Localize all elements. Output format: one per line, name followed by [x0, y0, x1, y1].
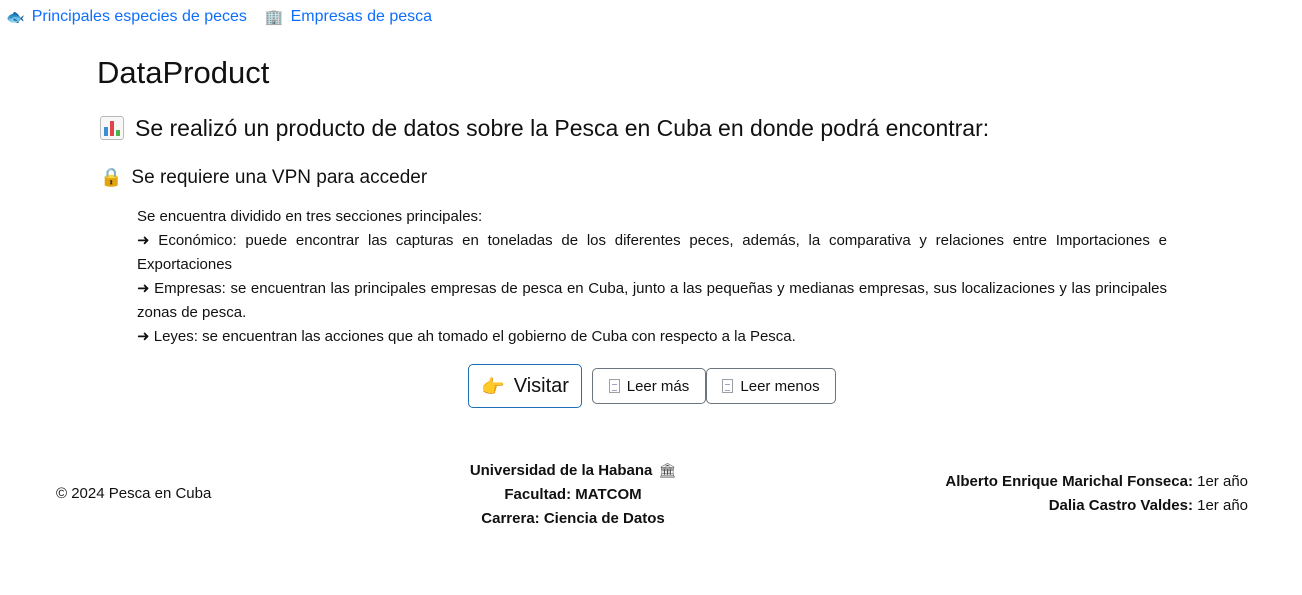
author-year: 1er año [1197, 473, 1248, 490]
page-title: DataProduct [97, 55, 270, 90]
footer-institution: Universidad de la Habana 🏛 Facultad: MAT… [423, 459, 723, 531]
vpn-notice-text: Se requiere una VPN para acceder [131, 167, 428, 188]
classical-building-icon: 🏛 [658, 463, 677, 479]
read-less-button[interactable]: Leer menos [706, 368, 836, 404]
bar-chart-icon [100, 116, 124, 140]
author-year: 1er año [1197, 497, 1248, 514]
visit-button[interactable]: 👉 Visitar [468, 364, 582, 408]
fish-icon: 🐟 [6, 8, 25, 26]
read-more-button[interactable]: Leer más [592, 368, 706, 404]
description: Se encuentra dividido en tres secciones … [137, 205, 1167, 349]
description-economico: ➜ Económico: puede encontrar las captura… [137, 232, 1167, 273]
page-icon [608, 379, 620, 393]
action-buttons: 👉 Visitar Leer más Leer menos [468, 364, 836, 408]
lock-icon: 🔒 [100, 167, 123, 188]
footer-career: Carrera: Ciencia de Datos [481, 510, 665, 527]
nav-link-species[interactable]: 🐟 Principales especies de peces [6, 7, 247, 27]
description-leyes: ➜ Leyes: se encuentran las acciones que … [137, 328, 796, 345]
footer-university: Universidad de la Habana 🏛 [423, 459, 723, 483]
nav-link-companies-label: Empresas de pesca [290, 8, 433, 25]
page-icon [722, 379, 734, 393]
footer-authors: Alberto Enrique Marichal Fonseca: 1er añ… [945, 470, 1248, 518]
author-name: Alberto Enrique Marichal Fonseca: [945, 473, 1193, 490]
read-more-label: Leer más [626, 377, 690, 395]
section-heading: Se realizó un producto de datos sobre la… [100, 113, 989, 143]
read-less-label: Leer menos [740, 377, 820, 395]
footer-faculty: Facultad: MATCOM [504, 486, 642, 503]
pointing-hand-icon: 👉 [481, 375, 505, 398]
vpn-notice: 🔒 Se requiere una VPN para acceder [100, 165, 427, 191]
footer-copyright: © 2024 Pesca en Cuba [56, 485, 212, 502]
section-heading-text: Se realizó un producto de datos sobre la… [135, 115, 990, 141]
author-row: Alberto Enrique Marichal Fonseca: 1er añ… [945, 470, 1248, 494]
description-empresas: ➜ Empresas: se encuentran las principale… [137, 280, 1167, 321]
author-row: Dalia Castro Valdes: 1er año [945, 494, 1248, 518]
description-intro: Se encuentra dividido en tres secciones … [137, 208, 483, 225]
author-name: Dalia Castro Valdes: [1048, 497, 1193, 514]
office-building-icon: 🏢 [264, 8, 284, 26]
top-nav: 🐟 Principales especies de peces 🏢 Empres… [6, 7, 432, 27]
footer-university-text: Universidad de la Habana [469, 462, 653, 479]
nav-link-species-label: Principales especies de peces [31, 8, 247, 25]
visit-button-label: Visitar [513, 374, 569, 397]
nav-link-companies[interactable]: 🏢 Empresas de pesca [265, 7, 432, 27]
